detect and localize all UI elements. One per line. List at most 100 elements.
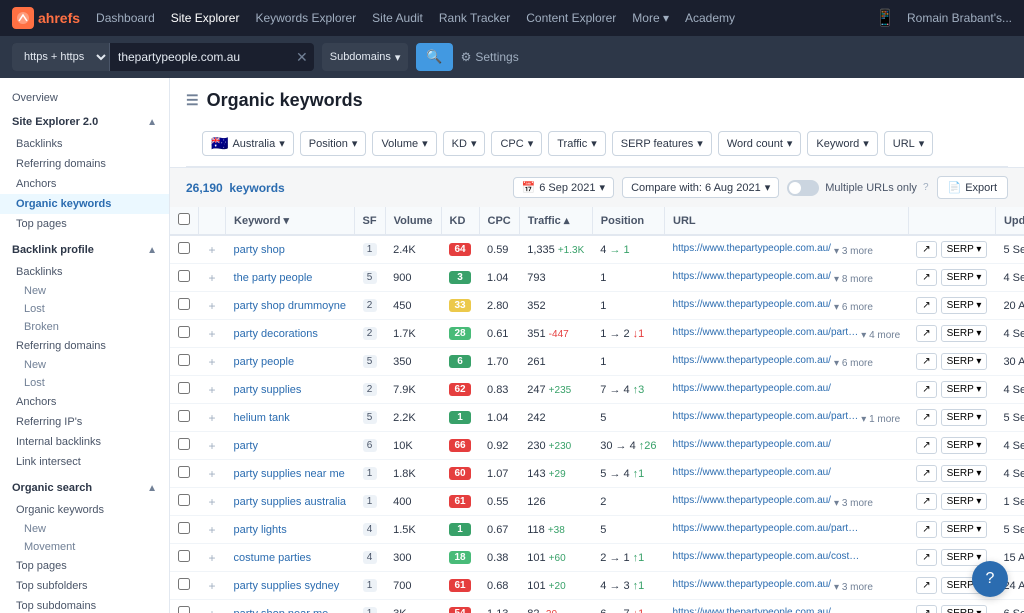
sidebar-item-top-subdomains[interactable]: Top subdomains (0, 596, 169, 613)
filter-word-count[interactable]: Word count ▾ (718, 131, 802, 156)
td-checkbox[interactable] (170, 488, 199, 516)
add-keyword-button[interactable]: + (207, 355, 218, 369)
serp-button[interactable]: SERP ▾ (941, 437, 988, 454)
filter-serp[interactable]: SERP features ▾ (612, 131, 712, 156)
clear-button[interactable]: ✕ (290, 49, 314, 66)
keyword-link[interactable]: party shop near me (234, 608, 329, 613)
nav-content-explorer[interactable]: Content Explorer (526, 11, 616, 25)
url-link[interactable]: https://www.thepartypeople.com.au/part… (673, 411, 859, 422)
settings-button[interactable]: ⚙ Settings (461, 50, 519, 64)
keyword-link[interactable]: party supplies australia (234, 496, 347, 508)
row-checkbox[interactable] (178, 270, 190, 282)
sidebar-item-top-pages-s1[interactable]: Top pages (0, 214, 169, 234)
date-button[interactable]: 📅 6 Sep 2021 ▾ (513, 177, 615, 198)
trend-button[interactable]: ↗ (916, 269, 936, 286)
trend-button[interactable]: ↗ (916, 325, 936, 342)
filter-keyword[interactable]: Keyword ▾ (807, 131, 877, 156)
url-link[interactable]: https://www.thepartypeople.com.au/ (673, 467, 831, 478)
more-urls-link[interactable]: ▾ 4 more (861, 330, 900, 341)
search-button[interactable]: 🔍 (416, 43, 452, 71)
th-url[interactable]: URL (665, 207, 909, 235)
td-add[interactable]: + (199, 432, 226, 460)
td-checkbox[interactable] (170, 320, 199, 348)
more-urls-link[interactable]: ▾ 8 more (834, 274, 873, 285)
filter-country[interactable]: 🇦🇺 Australia ▾ (202, 131, 294, 156)
multiple-urls-toggle[interactable] (787, 180, 819, 196)
url-link[interactable]: https://www.thepartypeople.com.au/ (673, 243, 831, 254)
td-checkbox[interactable] (170, 264, 199, 292)
sidebar-item-backlinks-s1[interactable]: Backlinks (0, 134, 169, 154)
sidebar-overview[interactable]: Overview (0, 86, 169, 110)
td-add[interactable]: + (199, 460, 226, 488)
row-checkbox[interactable] (178, 354, 190, 366)
th-traffic[interactable]: Traffic ▴ (519, 207, 592, 235)
serp-button[interactable]: SERP ▾ (941, 493, 988, 510)
trend-button[interactable]: ↗ (916, 241, 936, 258)
td-add[interactable]: + (199, 516, 226, 544)
sidebar-section-header-backlink[interactable]: Backlink profile ▲ (0, 238, 169, 262)
th-checkbox[interactable] (170, 207, 199, 235)
add-keyword-button[interactable]: + (207, 467, 218, 481)
keyword-link[interactable]: party supplies near me (234, 468, 345, 480)
td-add[interactable]: + (199, 320, 226, 348)
td-checkbox[interactable] (170, 404, 199, 432)
sidebar-item-referring-ips[interactable]: Referring IP's (0, 412, 169, 432)
subdomains-button[interactable]: Subdomains ▾ (322, 43, 409, 71)
sidebar-sub-item-broken-bl[interactable]: Broken (0, 318, 169, 336)
nav-rank-tracker[interactable]: Rank Tracker (439, 11, 510, 25)
serp-button[interactable]: SERP ▾ (941, 381, 988, 398)
td-add[interactable]: + (199, 404, 226, 432)
trend-button[interactable]: ↗ (916, 493, 936, 510)
row-checkbox[interactable] (178, 466, 190, 478)
trend-button[interactable]: ↗ (916, 381, 936, 398)
row-checkbox[interactable] (178, 382, 190, 394)
add-keyword-button[interactable]: + (207, 523, 218, 537)
sidebar-item-top-pages-s3[interactable]: Top pages (0, 556, 169, 576)
serp-button[interactable]: SERP ▾ (941, 521, 988, 538)
keyword-link[interactable]: party supplies sydney (234, 580, 340, 592)
th-cpc[interactable]: CPC (479, 207, 519, 235)
trend-button[interactable]: ↗ (916, 437, 936, 454)
add-keyword-button[interactable]: + (207, 411, 218, 425)
td-checkbox[interactable] (170, 235, 199, 264)
th-keyword[interactable]: Keyword ▾ (226, 207, 355, 235)
add-keyword-button[interactable]: + (207, 551, 218, 565)
trend-button[interactable]: ↗ (916, 465, 936, 482)
chat-bubble[interactable]: ? (972, 561, 1008, 597)
sidebar-item-anchors-s1[interactable]: Anchors (0, 174, 169, 194)
sidebar-section-header-organic[interactable]: Organic search ▲ (0, 476, 169, 500)
help-icon[interactable]: ? (923, 182, 929, 193)
td-checkbox[interactable] (170, 348, 199, 376)
sidebar-sub-item-new-rd[interactable]: New (0, 356, 169, 374)
sidebar-item-organic-keywords-s3[interactable]: Organic keywords (0, 500, 169, 520)
nav-more[interactable]: More ▾ (632, 11, 669, 25)
td-checkbox[interactable] (170, 376, 199, 404)
row-checkbox[interactable] (178, 298, 190, 310)
row-checkbox[interactable] (178, 550, 190, 562)
td-checkbox[interactable] (170, 460, 199, 488)
more-urls-link[interactable]: ▾ 6 more (834, 302, 873, 313)
nav-academy[interactable]: Academy (685, 11, 735, 25)
keyword-link[interactable]: party decorations (234, 328, 318, 340)
url-link[interactable]: https://www.thepartypeople.com.au/ (673, 271, 831, 282)
serp-button[interactable]: SERP ▾ (941, 465, 988, 482)
row-checkbox[interactable] (178, 438, 190, 450)
row-checkbox[interactable] (178, 242, 190, 254)
nav-user[interactable]: Romain Brabant's... (907, 11, 1012, 25)
add-keyword-button[interactable]: + (207, 607, 218, 613)
logo[interactable]: ahrefs (12, 7, 80, 29)
td-add[interactable]: + (199, 488, 226, 516)
row-checkbox[interactable] (178, 326, 190, 338)
filter-cpc[interactable]: CPC ▾ (491, 131, 542, 156)
nav-site-explorer[interactable]: Site Explorer (171, 11, 240, 25)
td-checkbox[interactable] (170, 432, 199, 460)
url-link[interactable]: https://www.thepartypeople.com.au/ (673, 355, 831, 366)
add-keyword-button[interactable]: + (207, 439, 218, 453)
filter-volume[interactable]: Volume ▾ (372, 131, 436, 156)
td-add[interactable]: + (199, 544, 226, 572)
row-checkbox[interactable] (178, 522, 190, 534)
filter-url[interactable]: URL ▾ (884, 131, 934, 156)
td-add[interactable]: + (199, 292, 226, 320)
trend-button[interactable]: ↗ (916, 549, 936, 566)
add-keyword-button[interactable]: + (207, 383, 218, 397)
